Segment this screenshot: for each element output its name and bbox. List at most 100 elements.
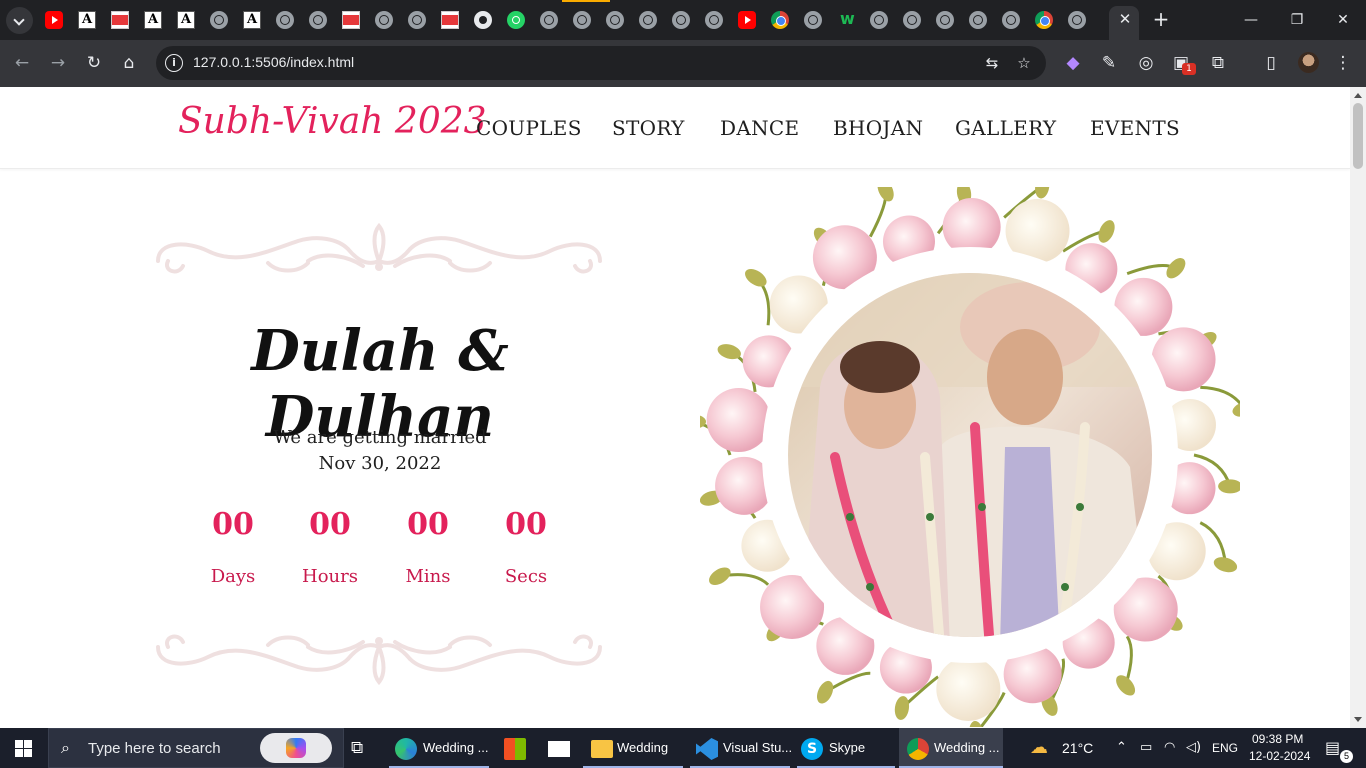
task-view-icon[interactable]: ⧉ (351, 738, 363, 758)
weather-icon[interactable]: ☁ (1030, 737, 1048, 758)
taskbar-app-edge[interactable]: Wedding ... (389, 728, 489, 768)
profile-avatar[interactable] (1298, 52, 1319, 73)
globe-icon[interactable] (606, 11, 624, 29)
globe-icon[interactable] (210, 11, 228, 29)
wifi-icon[interactable]: ◠ (1164, 740, 1175, 755)
site-info-icon[interactable]: i (165, 54, 183, 72)
windows-start-icon[interactable] (15, 740, 32, 757)
nav-couples[interactable]: COUPLES (476, 116, 582, 140)
vscode-icon (696, 738, 718, 760)
rose-bud (894, 696, 910, 720)
countdown-mins-label: Mins (405, 566, 451, 587)
red-bar-icon[interactable] (342, 11, 360, 29)
globe-icon[interactable] (309, 11, 327, 29)
url-text[interactable]: 127.0.0.1:5506/index.html (193, 54, 354, 70)
globe-icon[interactable] (408, 11, 426, 29)
scrollbar-thumb[interactable] (1353, 103, 1363, 169)
globe-icon[interactable] (936, 11, 954, 29)
red-bar-icon[interactable] (441, 11, 459, 29)
a-logo-icon[interactable] (78, 11, 96, 29)
bookmark-star-icon[interactable]: ☆ (1013, 52, 1035, 74)
tab-close-icon[interactable]: ✕ (1117, 11, 1133, 27)
menu-icon[interactable]: ⋮ (1332, 52, 1354, 74)
taskbar-app-skype[interactable]: S Skype (797, 728, 895, 768)
tab-search-button[interactable] (6, 7, 33, 34)
a-logo-icon[interactable] (177, 11, 195, 29)
youtube-icon[interactable] (738, 11, 756, 29)
scroll-down-arrow-icon[interactable] (1354, 717, 1362, 722)
copilot-icon[interactable] (260, 733, 332, 763)
globe-icon[interactable] (573, 11, 591, 29)
notification-icon[interactable]: ▤ (1325, 738, 1340, 757)
windows-taskbar: ⌕ Type here to search ⧉ Wedding ... Wedd… (0, 728, 1366, 768)
taskbar-app-chrome[interactable]: Wedding ... (899, 728, 1003, 768)
language-indicator[interactable]: ENG (1212, 741, 1238, 755)
globe-icon[interactable] (870, 11, 888, 29)
globe-icon[interactable] (672, 11, 690, 29)
clock-date[interactable]: 12-02-2024 (1249, 749, 1310, 763)
translate-icon[interactable]: ⇆ (981, 52, 1003, 74)
globe-icon[interactable] (375, 11, 393, 29)
taskbar-search-box[interactable]: ⌕ Type here to search (48, 728, 344, 768)
folder-icon (591, 740, 613, 758)
search-icon: ⌕ (61, 738, 70, 757)
globe-icon[interactable] (969, 11, 987, 29)
chrome-icon[interactable] (1035, 11, 1053, 29)
rose-bud (1116, 675, 1136, 696)
back-button[interactable]: ← (11, 52, 33, 74)
globe-icon[interactable] (1068, 11, 1086, 29)
youtube-icon[interactable] (45, 11, 63, 29)
github-icon[interactable] (474, 11, 492, 29)
restore-button[interactable]: ❐ (1287, 10, 1307, 30)
a-logo-icon[interactable] (243, 11, 261, 29)
nav-bhojan[interactable]: BHOJAN (833, 116, 923, 140)
taskbar-app-mail[interactable] (541, 728, 577, 768)
red-bar-icon[interactable] (111, 11, 129, 29)
globe-icon[interactable] (639, 11, 657, 29)
globe-icon[interactable] (705, 11, 723, 29)
chevron-up-icon[interactable]: ⌃ (1116, 740, 1127, 755)
taskbar-app-label: Wedding ... (423, 740, 489, 755)
rose-bud (1035, 187, 1050, 199)
globe-icon[interactable] (540, 11, 558, 29)
globe-icon[interactable] (1002, 11, 1020, 29)
side-panel-icon[interactable]: ▯ (1260, 52, 1282, 74)
rose-flower (936, 656, 1001, 721)
taskbar-app-store[interactable] (497, 728, 533, 768)
close-window-button[interactable]: ✕ (1333, 10, 1353, 30)
forward-button[interactable]: → (47, 52, 69, 74)
chrome-icon[interactable] (771, 11, 789, 29)
globe-icon[interactable] (276, 11, 294, 29)
new-tab-button[interactable]: + (1151, 9, 1171, 29)
countdown-days-label: Days (210, 566, 256, 587)
minimize-button[interactable]: — (1241, 10, 1261, 30)
extensions-puzzle-icon[interactable]: ⧉ (1207, 52, 1229, 74)
w-icon[interactable] (837, 9, 855, 29)
extension-icon[interactable]: ◆ (1062, 52, 1084, 74)
site-logo[interactable]: Subh-Vivah 2023 (178, 101, 487, 142)
browser-toolbar: ← → ↻ ⌂ i 127.0.0.1:5506/index.html ⇆ ☆ … (0, 40, 1366, 87)
nav-events[interactable]: EVENTS (1090, 116, 1180, 140)
clock-time[interactable]: 09:38 PM (1252, 732, 1303, 746)
globe-icon[interactable] (804, 11, 822, 29)
eyedropper-extension-icon[interactable]: ✎ (1098, 52, 1120, 74)
taskbar-app-vscode[interactable]: Visual Stu... (690, 728, 792, 768)
reload-button[interactable]: ↻ (83, 52, 105, 74)
page-scrollbar[interactable] (1350, 87, 1366, 728)
address-bar[interactable]: i 127.0.0.1:5506/index.html ⇆ ☆ (156, 46, 1046, 80)
target-extension-icon[interactable]: ◎ (1135, 52, 1157, 74)
weather-temp[interactable]: 21°C (1062, 740, 1093, 756)
notification-count: 5 (1340, 750, 1353, 763)
a-logo-icon[interactable] (144, 11, 162, 29)
rose-bud (816, 680, 834, 704)
nav-dance[interactable]: DANCE (720, 116, 799, 140)
volume-icon[interactable]: ◁) (1186, 740, 1201, 755)
battery-icon[interactable]: ▭ (1140, 740, 1152, 755)
whatsapp-icon[interactable] (507, 11, 525, 29)
taskbar-app-explorer[interactable]: Wedding (583, 728, 683, 768)
nav-gallery[interactable]: GALLERY (955, 116, 1056, 140)
home-button[interactable]: ⌂ (118, 52, 140, 74)
nav-story[interactable]: STORY (612, 116, 685, 140)
globe-icon[interactable] (903, 11, 921, 29)
scroll-up-arrow-icon[interactable] (1354, 93, 1362, 98)
